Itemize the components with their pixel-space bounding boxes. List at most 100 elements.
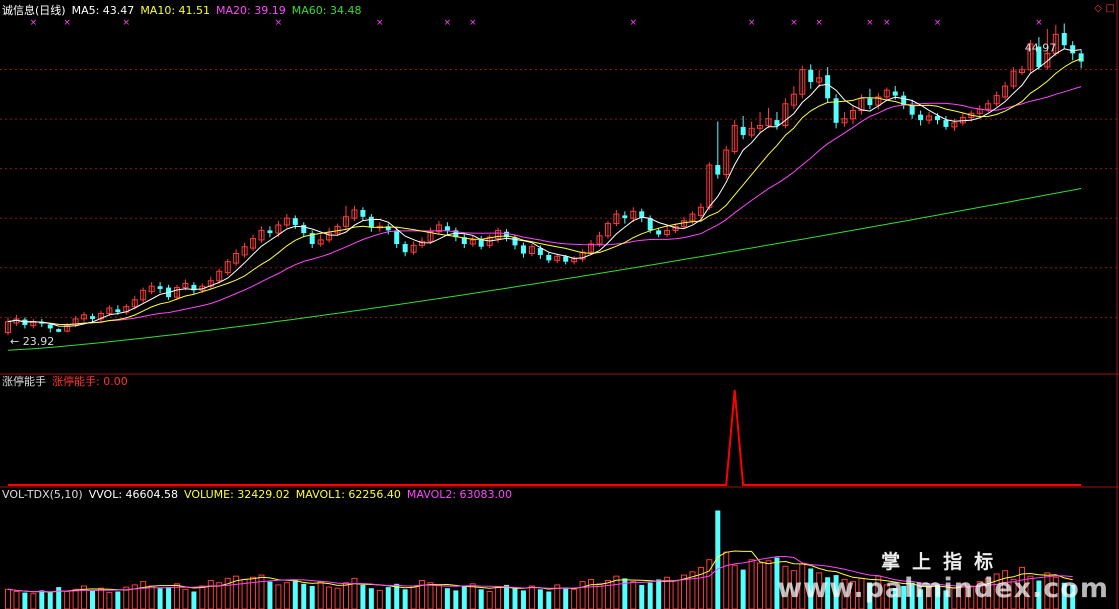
volume-bar-down	[774, 557, 780, 609]
candle-body-down	[360, 209, 366, 217]
volume-bar-up	[469, 583, 476, 609]
moving-average-lines	[7, 48, 1082, 351]
volume-bar-up	[148, 585, 155, 609]
candle-body-down	[520, 245, 526, 254]
volume-bar-down	[563, 588, 569, 609]
candle-body-down	[402, 244, 408, 253]
volume-bar-down	[520, 590, 526, 609]
volume-bar-up	[841, 578, 848, 609]
volume-bar-down	[740, 569, 746, 609]
chart-canvas[interactable]: × × × × × × × × × × × × × × × 44.97 ← 23.92	[0, 0, 1119, 609]
volume-bar-up	[731, 564, 738, 609]
volume-bar-down	[808, 568, 814, 609]
candle-body-down	[546, 254, 552, 261]
volume-bar-up	[723, 551, 730, 609]
indicator-name[interactable]: 涨停能手	[2, 375, 46, 388]
volume-bar-up	[283, 582, 290, 609]
volume-bar-up	[883, 584, 890, 609]
volume-bar-down	[867, 582, 873, 609]
candle-body-down	[563, 256, 569, 262]
volume-bar-down	[402, 589, 408, 609]
stock-title[interactable]: 诚信息(日线)	[2, 4, 66, 17]
candle-body-down	[918, 114, 924, 121]
candle-body-down	[656, 230, 662, 235]
volume-bar-down	[56, 587, 62, 609]
volume-bar-up	[672, 580, 679, 609]
volume-bars	[5, 510, 1076, 609]
volume-indicator-name[interactable]: VOL-TDX(5,10)	[2, 488, 83, 501]
volume-bar-up	[596, 583, 603, 609]
signal-x-marker: ×	[630, 18, 638, 28]
volume-bar-up	[588, 578, 595, 609]
volume-bar-up	[334, 587, 341, 609]
volume-bar-up	[435, 584, 442, 609]
ma60-readout: MA60: 34.48	[291, 4, 362, 17]
volume-bar-up	[579, 581, 586, 609]
volume-bar-up	[816, 572, 823, 609]
volume-bar-down	[191, 591, 197, 609]
volume-bar-up	[1002, 570, 1009, 609]
volume-bar-down	[368, 588, 374, 609]
volume-bar-up	[275, 584, 282, 609]
ma5-line	[7, 48, 1082, 327]
ma10-readout: MA10: 41.51	[140, 4, 211, 17]
volume-bar-down	[90, 590, 95, 609]
candle-body-down	[740, 126, 746, 136]
candle-body-down	[292, 218, 298, 225]
volume-bar-up	[765, 560, 772, 609]
low-price-label: ← 23.92	[10, 335, 54, 348]
volume-bar-up	[993, 573, 1000, 609]
volume-bar-down	[892, 588, 898, 609]
volume-bar-down	[504, 584, 510, 609]
volume-bar-down	[39, 590, 45, 609]
ma60-line	[7, 188, 1082, 351]
volume-bar-up	[72, 588, 79, 609]
candle-body-down	[47, 324, 53, 329]
volume-bar-up	[427, 582, 434, 609]
candle-body-down	[647, 218, 653, 231]
volume-bar-up	[486, 590, 493, 609]
volume-bar-down	[309, 586, 315, 609]
candle-body-down	[808, 69, 814, 82]
volume-bar-up	[630, 581, 637, 609]
volume-bar-up	[528, 585, 535, 609]
candle-body-down	[1070, 45, 1076, 54]
volume-bar-up	[1010, 578, 1017, 609]
candle-body-down	[444, 226, 450, 231]
volume-bar-down	[385, 587, 391, 609]
signal-x-marker: ×	[883, 18, 891, 28]
mavol1-readout: MAVOL1: 62256.40	[295, 488, 401, 501]
maximize-box-icon[interactable]: □	[1106, 3, 1115, 14]
candle-body-down	[478, 239, 484, 247]
signal-x-marker: ×	[815, 18, 823, 28]
volume-bar-up	[106, 592, 113, 609]
candle-body-down	[394, 230, 400, 245]
volume-bar-up	[968, 585, 975, 609]
volume-bar-up	[790, 570, 797, 609]
volume-bar-down	[453, 590, 459, 609]
candle-body-down	[56, 329, 62, 332]
signal-x-marker: ×	[866, 18, 874, 28]
volume-bar-up	[951, 587, 958, 609]
volume-bar-up	[926, 586, 933, 609]
volume-bar-down	[444, 588, 450, 609]
volume-legend: VOL-TDX(5,10) VVOL: 46604.58 VOLUME: 32429…	[2, 488, 518, 501]
volume-bar-up	[207, 580, 214, 609]
volume-bar-down	[1061, 582, 1067, 609]
candle-body-down	[892, 91, 898, 96]
candle-body-down	[943, 120, 949, 127]
stock-chart-window[interactable]: × × × × × × × × × × × × × × × 44.97 ← 23.92 诚信息(日线) MA5:…	[0, 0, 1119, 609]
signal-x-marker: ×	[1035, 18, 1043, 28]
volume-bar-up	[1027, 575, 1034, 609]
volume-bar-up	[782, 565, 789, 609]
expand-diamond-icon[interactable]: ◇	[1094, 3, 1102, 14]
volume-bar-down	[943, 590, 949, 609]
candle-body-down	[115, 309, 121, 313]
volume-bar-down	[157, 588, 163, 609]
volume-bar-down	[166, 587, 172, 609]
signal-x-marker: ×	[469, 18, 477, 28]
volume-bar-down	[115, 591, 121, 609]
volume-bar-down	[825, 577, 831, 609]
volume-bar-up	[799, 563, 806, 609]
volume-bar-down	[478, 589, 484, 609]
